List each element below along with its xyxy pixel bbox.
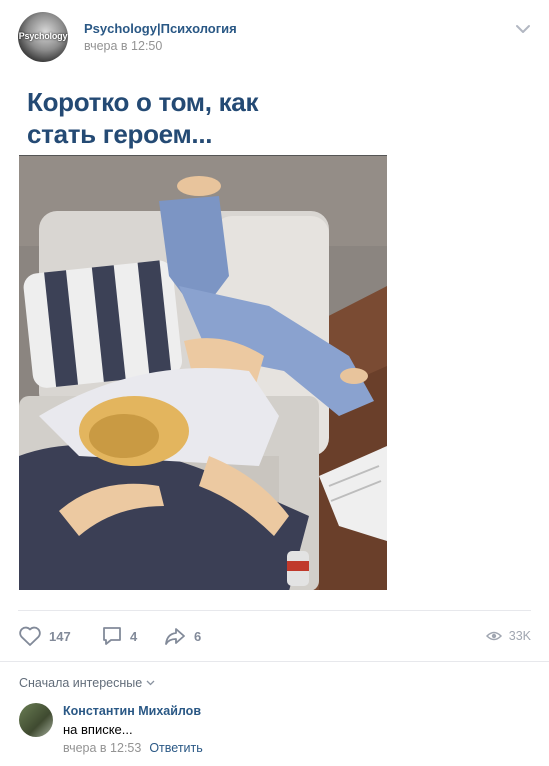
sort-label: Сначала интересные [19, 676, 143, 690]
comment-icon [103, 627, 121, 645]
reply-button[interactable]: Ответить [149, 741, 202, 755]
views-counter: 33K [485, 622, 531, 650]
heart-icon [19, 626, 41, 646]
comment-meta: вчера в 12:53 Ответить [63, 741, 203, 755]
divider [18, 610, 531, 611]
eye-icon [485, 631, 502, 641]
share-icon [165, 628, 185, 645]
post-text: Коротко о том, как стать героем... [27, 86, 258, 150]
like-button[interactable]: 147 [18, 622, 71, 650]
comment-timestamp[interactable]: вчера в 12:53 [63, 741, 141, 755]
post-actions-bar: 147 4 6 33K [18, 622, 531, 650]
post-header: Psychology Psychology|Психология вчера в… [18, 12, 531, 64]
comment-button[interactable]: 4 [101, 622, 137, 650]
comment-author-link[interactable]: Константин Михайлов [63, 704, 201, 718]
comment-sort-dropdown[interactable]: Сначала интересные [19, 676, 155, 690]
post-author-link[interactable]: Psychology|Психология [84, 21, 237, 36]
like-count: 147 [49, 628, 71, 644]
divider [0, 661, 549, 662]
chevron-down-icon[interactable] [515, 24, 531, 34]
comment-count: 4 [130, 628, 138, 644]
comment-text: на вписке... [63, 722, 133, 737]
commenter-avatar[interactable] [19, 703, 53, 737]
avatar-logo-text: Psychology [18, 31, 68, 41]
post-timestamp[interactable]: вчера в 12:50 [84, 39, 162, 53]
chevron-down-icon [146, 680, 155, 686]
post-image[interactable] [19, 155, 387, 590]
community-avatar[interactable]: Psychology [18, 12, 68, 62]
comment-item: Константин Михайлов на вписке... вчера в… [19, 703, 531, 759]
share-count: 6 [194, 628, 202, 644]
post-text-line-1: Коротко о том, как [27, 87, 259, 117]
share-button[interactable]: 6 [163, 622, 201, 650]
post-text-line-2: стать героем... [27, 119, 213, 149]
views-count: 33K [508, 629, 531, 643]
sleeping-boy-illustration [19, 156, 387, 590]
